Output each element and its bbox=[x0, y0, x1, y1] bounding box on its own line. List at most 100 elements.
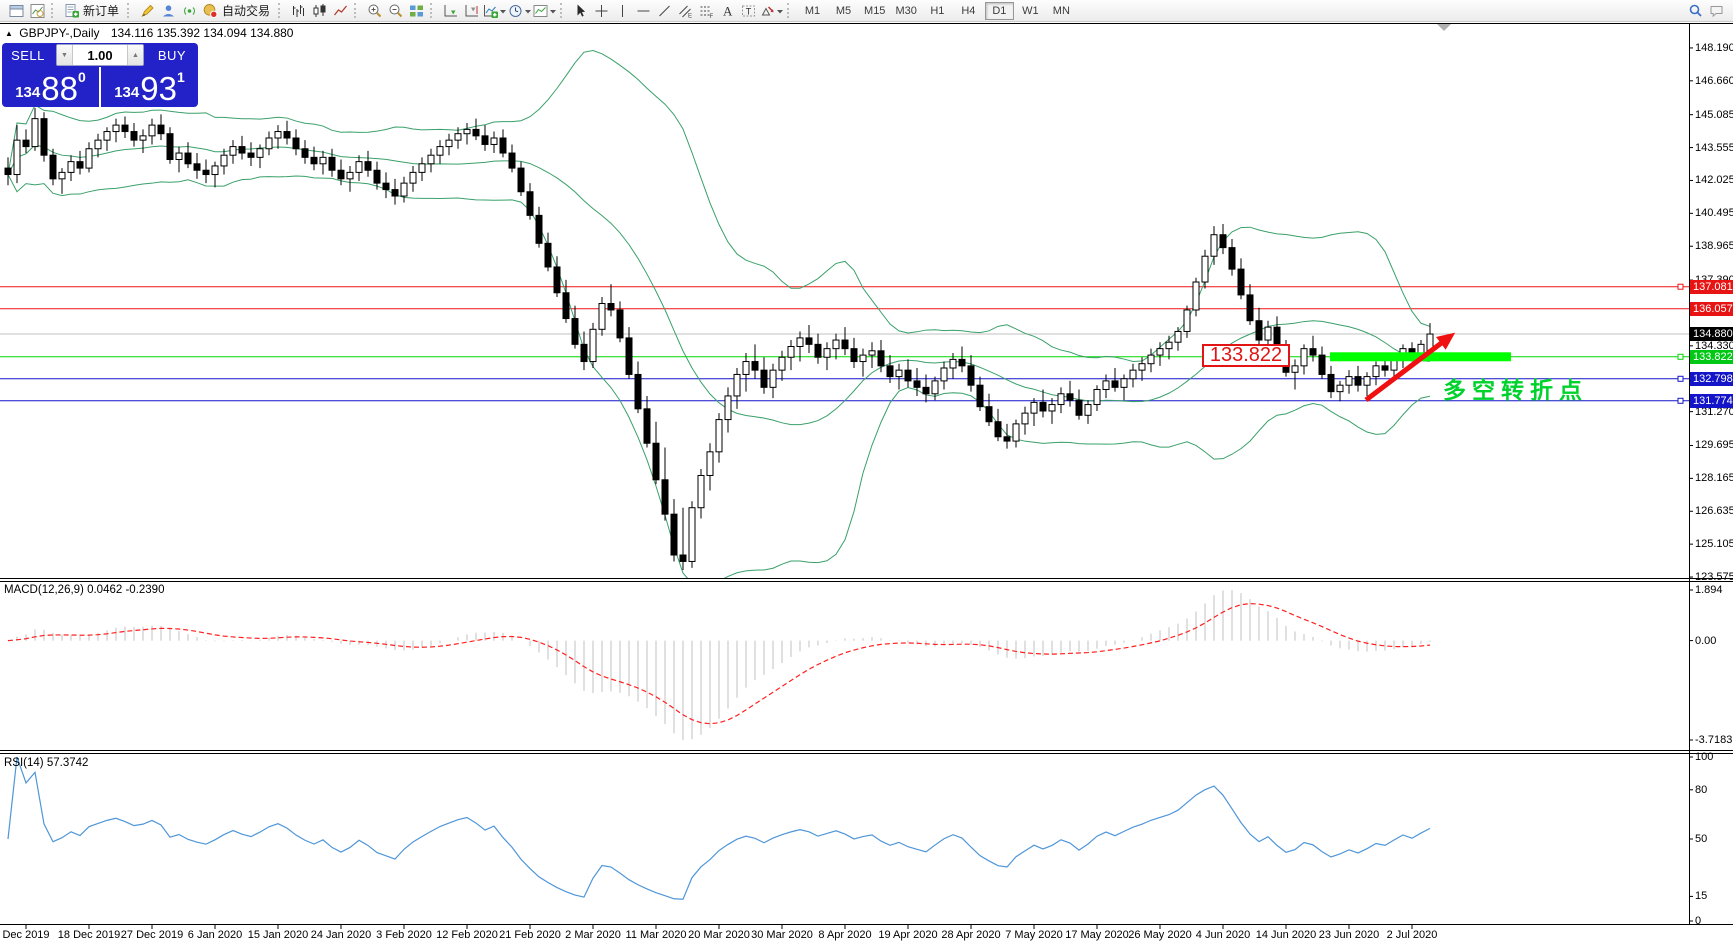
chart-title: ▲ GBPJPY-,Daily 134.116 135.392 134.094 … bbox=[5, 26, 293, 40]
ohlc-values: 134.116 135.392 134.094 134.880 bbox=[111, 26, 294, 40]
timeframe-m30[interactable]: M30 bbox=[891, 2, 920, 20]
date-label: 2 Mar 2020 bbox=[565, 929, 621, 941]
buy-button[interactable]: BUY bbox=[146, 43, 198, 67]
svg-text:T: T bbox=[746, 6, 752, 16]
tile-windows-icon[interactable] bbox=[406, 1, 427, 20]
date-label: 12 Feb 2020 bbox=[436, 929, 498, 941]
candlestick-chart-icon[interactable] bbox=[309, 1, 330, 20]
text-icon[interactable]: A bbox=[717, 1, 738, 20]
new-order-label[interactable]: 新订单 bbox=[82, 2, 124, 19]
collapse-panel-icon[interactable]: ▲ bbox=[5, 29, 13, 38]
rsi-pane bbox=[8, 757, 1430, 899]
bid-big-digits: 88 bbox=[41, 75, 78, 103]
price-tick: 148.190 bbox=[1695, 42, 1733, 54]
date-label: Dec 2019 bbox=[2, 929, 49, 941]
main-price-pane bbox=[0, 51, 1689, 587]
ask-big-digits: 93 bbox=[140, 75, 177, 103]
toolbar-separator bbox=[278, 3, 283, 18]
ask-prefix: 134 bbox=[114, 83, 139, 103]
periods-icon[interactable] bbox=[507, 1, 532, 20]
text-label-icon[interactable]: T bbox=[738, 1, 759, 20]
date-label: 30 Mar 2020 bbox=[751, 929, 813, 941]
window-icon[interactable] bbox=[6, 1, 27, 20]
date-label: 17 May 2020 bbox=[1065, 929, 1129, 941]
signals-icon[interactable] bbox=[179, 1, 200, 20]
rsi-tick: 80 bbox=[1695, 784, 1707, 796]
rsi-tick: 50 bbox=[1695, 833, 1707, 845]
toolbar-separator bbox=[787, 3, 792, 18]
date-label: 23 Jun 2020 bbox=[1319, 929, 1380, 941]
timeframe-m15[interactable]: M15 bbox=[860, 2, 889, 20]
templates-icon[interactable] bbox=[532, 1, 557, 20]
volume-input[interactable] bbox=[73, 45, 127, 65]
sell-button[interactable]: SELL bbox=[2, 43, 54, 67]
date-label: 14 Jun 2020 bbox=[1256, 929, 1317, 941]
timeframe-h1[interactable]: H1 bbox=[923, 2, 952, 20]
timeframe-w1[interactable]: W1 bbox=[1016, 2, 1045, 20]
auto-scroll-icon[interactable] bbox=[440, 1, 461, 20]
rsi-label: RSI(14) 57.3742 bbox=[4, 757, 88, 769]
zoom-out-icon[interactable] bbox=[385, 1, 406, 20]
date-label: 8 Apr 2020 bbox=[818, 929, 871, 941]
timeframe-d1[interactable]: D1 bbox=[985, 2, 1014, 20]
community-icon[interactable] bbox=[158, 1, 179, 20]
line-chart-icon[interactable] bbox=[330, 1, 351, 20]
macd-pane bbox=[8, 590, 1430, 740]
price-tag-132.798: 132.798 bbox=[1690, 372, 1733, 386]
annotation-note-text[interactable]: 多空转折点 bbox=[1443, 371, 1588, 405]
metaeditor-icon[interactable] bbox=[137, 1, 158, 20]
date-label: 6 Jan 2020 bbox=[188, 929, 242, 941]
volume-stepper: ▼ ▲ bbox=[56, 44, 144, 66]
timeframe-m1[interactable]: M1 bbox=[798, 2, 827, 20]
channel-icon[interactable]: E bbox=[675, 1, 696, 20]
toolbar-right-group bbox=[1685, 1, 1727, 20]
chart-shift-icon[interactable] bbox=[461, 1, 482, 20]
price-callout-label[interactable]: 133.822 bbox=[1202, 344, 1290, 367]
one-click-trading-panel: SELL ▼ ▲ BUY 134 88 0 134 93 1 bbox=[2, 43, 198, 107]
date-label: 2 Jul 2020 bbox=[1387, 929, 1438, 941]
timeframe-mn[interactable]: MN bbox=[1047, 2, 1076, 20]
timeframe-h4[interactable]: H4 bbox=[954, 2, 983, 20]
svg-text:F: F bbox=[710, 14, 714, 19]
toolbar-separator bbox=[127, 3, 132, 18]
date-label: 26 May 2020 bbox=[1128, 929, 1192, 941]
fibonacci-icon[interactable]: F bbox=[696, 1, 717, 20]
rsi-line bbox=[8, 757, 1430, 899]
ask-sup-digit: 1 bbox=[177, 69, 185, 85]
date-label: 24 Jan 2020 bbox=[311, 929, 372, 941]
volume-down-icon[interactable]: ▼ bbox=[57, 45, 73, 65]
macd-tick: 1.894 bbox=[1695, 584, 1723, 596]
autotrading-icon[interactable] bbox=[200, 1, 221, 20]
autotrading-label[interactable]: 自动交易 bbox=[221, 2, 275, 19]
chart-preview-icon[interactable] bbox=[27, 1, 48, 20]
indicators-icon[interactable] bbox=[482, 1, 507, 20]
vertical-line-icon[interactable] bbox=[612, 1, 633, 20]
new-order-icon[interactable] bbox=[61, 1, 82, 20]
volume-up-icon[interactable]: ▲ bbox=[127, 45, 143, 65]
horizontal-line-icon[interactable] bbox=[633, 1, 654, 20]
date-label: 18 Dec 2019 bbox=[58, 929, 120, 941]
bid-price[interactable]: 134 88 0 bbox=[2, 67, 99, 107]
main-toolbar: 新订单 自动交易 E FAT M1M5M15M30H1H4D1W1MN bbox=[0, 0, 1733, 22]
date-label: 27 Dec 2019 bbox=[121, 929, 183, 941]
macd-histogram bbox=[8, 590, 1430, 740]
chat-icon[interactable] bbox=[1706, 1, 1727, 20]
search-icon[interactable] bbox=[1685, 1, 1706, 20]
shapes-icon[interactable] bbox=[759, 1, 784, 20]
cursor-icon[interactable] bbox=[570, 1, 591, 20]
ask-price[interactable]: 134 93 1 bbox=[99, 67, 198, 107]
chart-canvas[interactable] bbox=[0, 0, 1733, 946]
date-label: 15 Jan 2020 bbox=[248, 929, 309, 941]
bar-chart-icon[interactable] bbox=[288, 1, 309, 20]
timeframe-m5[interactable]: M5 bbox=[829, 2, 858, 20]
crosshair-icon[interactable] bbox=[591, 1, 612, 20]
price-tick: 140.495 bbox=[1695, 207, 1733, 219]
trendline-icon[interactable] bbox=[654, 1, 675, 20]
svg-text:E: E bbox=[688, 13, 692, 19]
toolbar-separator bbox=[560, 3, 565, 18]
toolbar-separator bbox=[51, 3, 56, 18]
price-tag-137.081: 137.081 bbox=[1690, 280, 1733, 294]
bid-sup-digit: 0 bbox=[78, 69, 86, 85]
date-label: 11 Mar 2020 bbox=[626, 929, 687, 941]
zoom-in-icon[interactable] bbox=[364, 1, 385, 20]
